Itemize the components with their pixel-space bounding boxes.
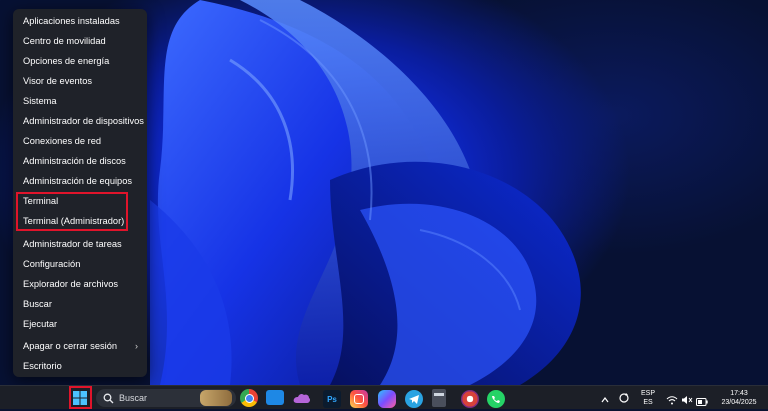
- menu-item-label: Visor de eventos: [23, 76, 93, 86]
- search-icon: [103, 393, 114, 404]
- menu-item-computer-management[interactable]: Administración de equipos: [13, 171, 147, 191]
- menu-item-mobility-center[interactable]: Centro de movilidad: [13, 31, 147, 51]
- chrome-icon[interactable]: [240, 389, 258, 407]
- copilot-icon[interactable]: [378, 390, 396, 408]
- menu-item-label: Escritorio: [23, 361, 62, 371]
- calculator-display: [434, 392, 444, 396]
- chevron-right-icon: ›: [135, 341, 138, 351]
- chrome-icon-center: [244, 393, 254, 403]
- menu-item-system[interactable]: Sistema: [13, 91, 147, 111]
- phone-icon: [492, 396, 500, 403]
- menu-item-search[interactable]: Buscar: [13, 294, 147, 314]
- start-button-highlight-box: [69, 386, 92, 409]
- menu-item-label: Configuración: [23, 259, 81, 269]
- instagram-glyph: [354, 394, 364, 404]
- chevron-up-icon[interactable]: [600, 392, 610, 403]
- menu-item-shutdown-signout[interactable]: Apagar o cerrar sesión ›: [13, 336, 147, 356]
- menu-item-file-explorer[interactable]: Explorador de archivos: [13, 274, 147, 294]
- menu-item-label: Administración de discos: [23, 156, 126, 166]
- photoshop-icon[interactable]: Ps: [323, 390, 341, 408]
- menu-item-task-manager[interactable]: Administrador de tareas: [13, 234, 147, 254]
- menu-item-run[interactable]: Ejecutar: [13, 314, 147, 334]
- terminal-highlight-box: [16, 192, 128, 231]
- calculator-icon[interactable]: [432, 389, 446, 407]
- search-highlight-icon: [200, 390, 232, 406]
- search-placeholder: Buscar: [119, 393, 148, 403]
- cloud-icon: [293, 393, 311, 403]
- menu-item-device-manager[interactable]: Administrador de dispositivos: [13, 111, 147, 131]
- time: 17:43: [730, 390, 748, 397]
- menu-item-label: Explorador de archivos: [23, 279, 119, 289]
- wifi-icon[interactable]: [666, 392, 678, 405]
- menu-item-label: Opciones de energía: [23, 56, 110, 66]
- language-indicator[interactable]: ESP ES: [638, 389, 658, 407]
- menu-item-label: Administrador de dispositivos: [23, 116, 144, 126]
- menu-item-label: Apagar o cerrar sesión: [23, 341, 118, 351]
- menu-item-label: Administración de equipos: [23, 176, 133, 186]
- clock[interactable]: 17:43 23/04/2025: [714, 389, 764, 407]
- menu-item-settings[interactable]: Configuración: [13, 254, 147, 274]
- menu-item-desktop[interactable]: Escritorio: [13, 356, 147, 376]
- file-explorer-icon[interactable]: [266, 390, 284, 405]
- paper-plane-icon: [409, 394, 419, 404]
- menu-item-installed-apps[interactable]: Aplicaciones instaladas: [13, 11, 147, 31]
- menu-item-label: Aplicaciones instaladas: [23, 16, 120, 26]
- menu-item-label: Ejecutar: [23, 319, 58, 329]
- instagram-icon[interactable]: [350, 390, 368, 408]
- menu-item-disk-management[interactable]: Administración de discos: [13, 151, 147, 171]
- onedrive-icon[interactable]: [293, 391, 311, 404]
- menu-item-network-connections[interactable]: Conexiones de red: [13, 131, 147, 151]
- menu-item-event-viewer[interactable]: Visor de eventos: [13, 71, 147, 91]
- menu-item-label: Administrador de tareas: [23, 239, 122, 249]
- whatsapp-icon[interactable]: [487, 390, 505, 408]
- language-code: ESP: [640, 390, 655, 397]
- battery-icon[interactable]: [696, 393, 708, 406]
- telegram-icon[interactable]: [405, 390, 423, 408]
- menu-item-label: Sistema: [23, 96, 57, 106]
- menu-item-label: Centro de movilidad: [23, 36, 106, 46]
- menu-item-label: Buscar: [23, 299, 52, 309]
- keyboard-layout: ES: [643, 399, 653, 406]
- menu-item-label: Conexiones de red: [23, 136, 102, 146]
- sync-icon[interactable]: [618, 391, 630, 403]
- date: 23/04/2025: [721, 399, 757, 406]
- app-icon[interactable]: [461, 390, 479, 408]
- menu-item-power-options[interactable]: Opciones de energía: [13, 51, 147, 71]
- volume-muted-icon[interactable]: [681, 392, 693, 404]
